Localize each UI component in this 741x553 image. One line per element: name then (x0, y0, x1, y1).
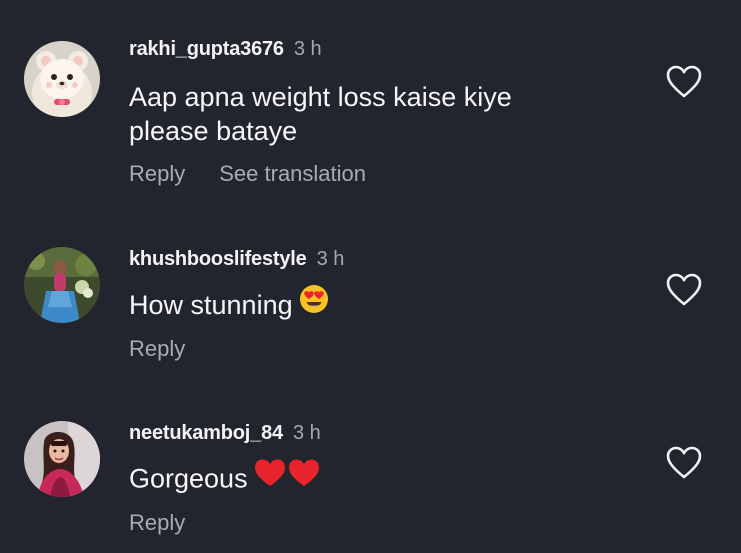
timestamp: 3 h (292, 422, 321, 444)
heart-eyes-emoji-icon (299, 284, 329, 323)
username[interactable]: rakhi_gupta3676 (129, 38, 284, 60)
teddy-bear-avatar-icon (24, 41, 100, 117)
comment-item: rakhi_gupta3676 3 h Aap apna weight loss … (0, 0, 741, 200)
comment-actions: Reply (129, 509, 185, 537)
username[interactable]: neetukamboj_84 (129, 422, 283, 444)
comment-text: How stunning (129, 284, 329, 326)
heart-outline-icon (666, 65, 702, 98)
like-button[interactable] (666, 65, 702, 99)
two-red-hearts-emoji-icon (254, 457, 320, 498)
profile-photo-avatar-icon (24, 421, 100, 497)
like-button[interactable] (666, 273, 702, 307)
comment-header: neetukamboj_84 3 h (129, 421, 321, 445)
reply-button[interactable]: Reply (129, 336, 185, 361)
comment-item: neetukamboj_84 3 h Gorgeous Reply (0, 380, 741, 553)
comment-header: rakhi_gupta3676 3 h (129, 37, 322, 61)
avatar[interactable] (24, 421, 100, 497)
comment-actions: Reply See translation (129, 160, 366, 188)
username[interactable]: khushbooslifestyle (129, 248, 307, 270)
comment-text-content: Gorgeous (129, 463, 248, 494)
like-button[interactable] (666, 446, 702, 480)
comment-text-content: How stunning (129, 290, 293, 320)
comment-header: khushbooslifestyle 3 h (129, 247, 344, 271)
timestamp: 3 h (293, 38, 322, 60)
timestamp: 3 h (316, 248, 345, 270)
comment-text: Gorgeous (129, 457, 320, 501)
comment-item: khushbooslifestyle 3 h How stunning Reply (0, 200, 741, 380)
reply-button[interactable]: Reply (129, 510, 185, 535)
profile-photo-avatar-icon (24, 247, 100, 323)
heart-outline-icon (666, 446, 702, 479)
see-translation-button[interactable]: See translation (219, 161, 366, 186)
comment-text-line-1: Aap apna weight loss kaise kiye (129, 82, 512, 112)
comment-text-line-2: please bataye (129, 116, 298, 146)
avatar[interactable] (24, 247, 100, 323)
heart-outline-icon (666, 273, 702, 306)
avatar[interactable] (24, 41, 100, 117)
comment-actions: Reply (129, 335, 185, 363)
reply-button[interactable]: Reply (129, 161, 185, 186)
